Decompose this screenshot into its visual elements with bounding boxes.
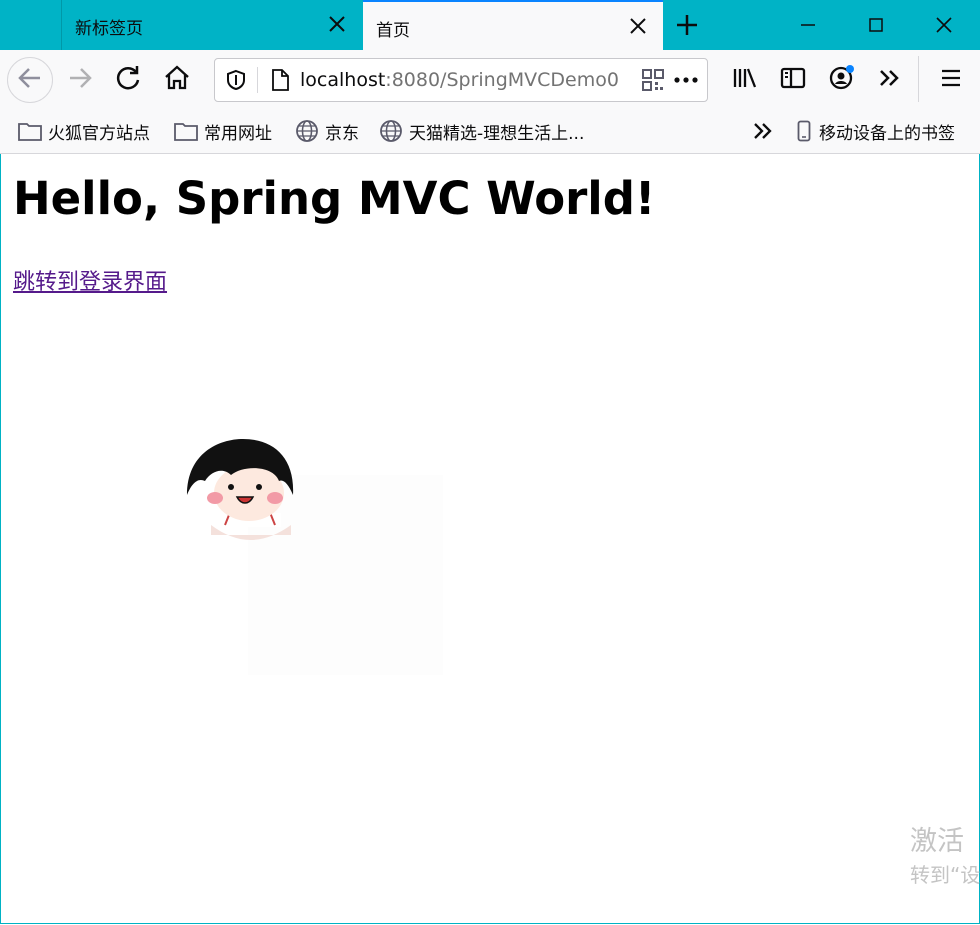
url-host: localhost: [300, 69, 386, 91]
address-bar[interactable]: localhost:8080/SpringMVCDemo0: [214, 58, 708, 102]
tab-label: 新标签页: [75, 19, 143, 39]
minimize-icon[interactable]: [795, 12, 821, 38]
mobile-bookmarks-label: 移动设备上的书签: [819, 123, 955, 144]
bookmark-item[interactable]: 天猫精选-理想生活上...: [379, 120, 585, 144]
menu-hamburger-icon[interactable]: [931, 58, 971, 98]
cartoon-girl-image: [187, 439, 443, 675]
back-arrow-icon: [18, 68, 40, 88]
account-icon[interactable]: [821, 58, 861, 98]
mobile-device-icon: [797, 120, 811, 142]
activation-watermark-title: 激活: [910, 826, 964, 857]
url-divider: [257, 67, 258, 93]
tab-home[interactable]: 首页: [363, 0, 663, 50]
toolbar-divider: [918, 56, 919, 102]
tab-label: 首页: [376, 21, 410, 41]
library-icon[interactable]: [724, 58, 764, 98]
page-info-icon[interactable]: [270, 69, 290, 91]
url-path: :8080/SpringMVCDemo0: [385, 69, 619, 91]
globe-icon: [296, 120, 318, 142]
bookmark-item[interactable]: 火狐官方站点: [18, 120, 150, 144]
folder-icon: [18, 123, 42, 141]
tab-bar: 新标签页 首页: [0, 0, 980, 50]
mobile-bookmarks[interactable]: 移动设备上的书签: [797, 120, 955, 144]
shield-icon[interactable]: [225, 69, 247, 91]
bookmark-label: 火狐官方站点: [48, 123, 150, 144]
login-link[interactable]: 跳转到登录界面: [13, 264, 167, 296]
page-heading: Hello, Spring MVC World!: [13, 172, 656, 225]
bookmark-label: 天猫精选-理想生活上...: [409, 123, 585, 144]
activation-watermark-subtitle: 转到“设: [910, 863, 980, 887]
url-text[interactable]: localhost:8080/SpringMVCDemo0: [300, 69, 635, 91]
sidebar-icon[interactable]: [773, 58, 813, 98]
bookmarks-toolbar: 火狐官方站点 常用网址 京东 天猫精选-理想生活上... 移动设备上的书签: [0, 108, 980, 154]
maximize-icon[interactable]: [863, 12, 889, 38]
more-actions-icon[interactable]: [673, 76, 699, 84]
close-window-icon[interactable]: [931, 12, 957, 38]
home-icon[interactable]: [157, 58, 197, 98]
page-content: Hello, Spring MVC World! 跳转到登录界面 激活 转到“设: [0, 154, 980, 924]
qr-code-icon[interactable]: [642, 69, 664, 91]
close-tab-icon[interactable]: [627, 15, 649, 37]
bookmark-label: 京东: [325, 123, 359, 144]
navigation-toolbar: localhost:8080/SpringMVCDemo0: [0, 50, 980, 108]
bookmark-item[interactable]: 常用网址: [174, 120, 272, 144]
bookmarks-overflow-icon[interactable]: [750, 120, 776, 142]
close-tab-icon[interactable]: [326, 13, 348, 35]
tab-new-tab[interactable]: 新标签页: [61, 0, 362, 50]
bookmark-label: 常用网址: [204, 123, 272, 144]
reload-icon[interactable]: [108, 58, 148, 98]
globe-icon: [380, 120, 402, 142]
overflow-chevrons-icon[interactable]: [870, 58, 910, 98]
bookmark-item[interactable]: 京东: [295, 120, 359, 144]
forward-arrow-icon[interactable]: [60, 58, 100, 98]
folder-icon: [174, 123, 198, 141]
new-tab-plus-icon[interactable]: [674, 12, 700, 38]
